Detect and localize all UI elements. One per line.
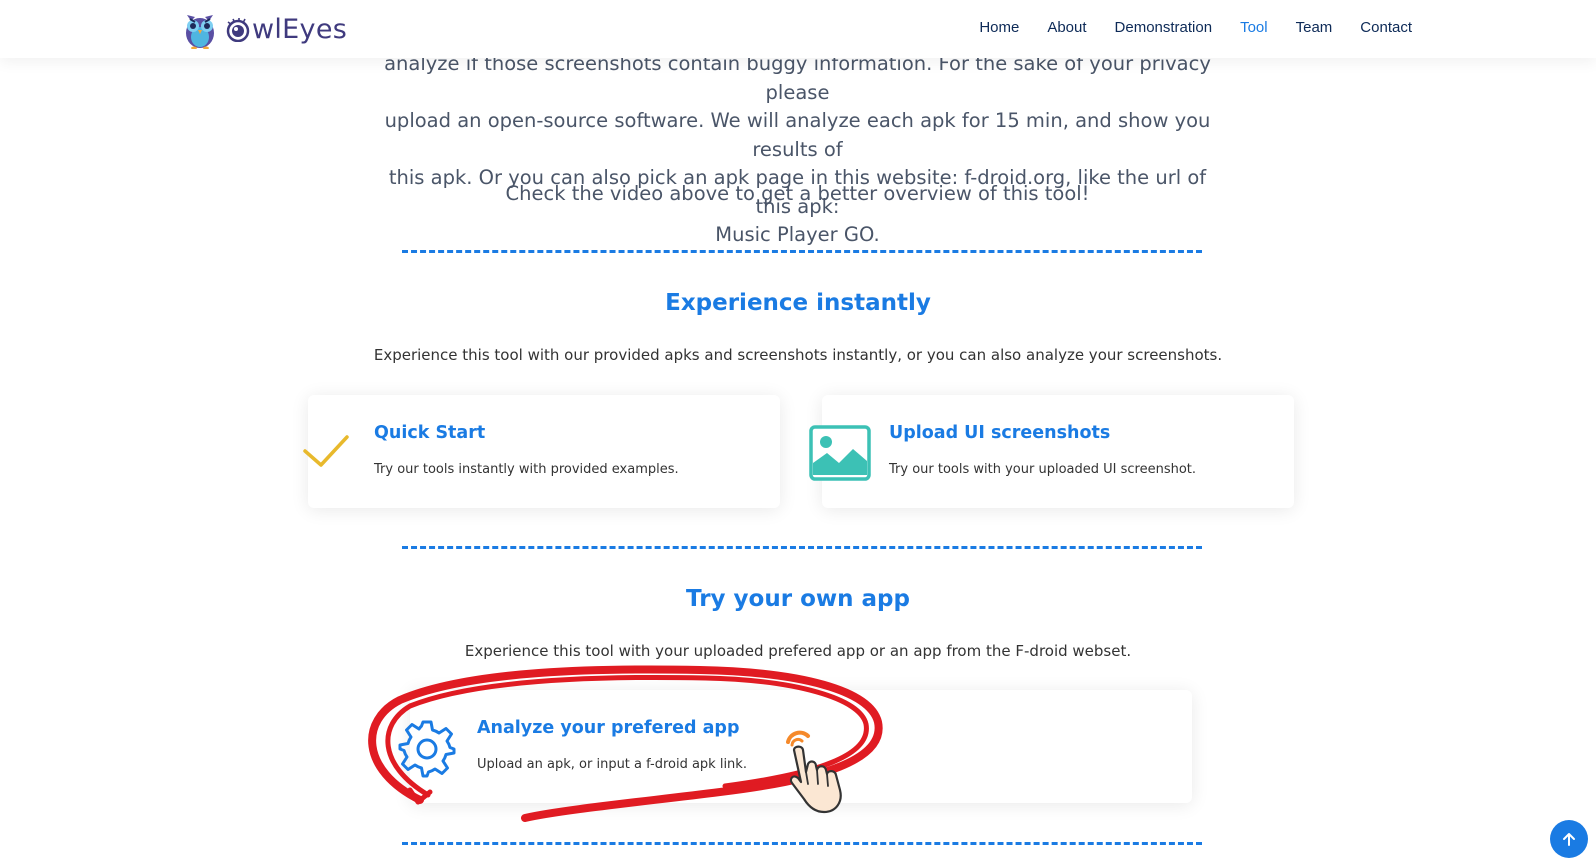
hand-pointer-icon	[786, 730, 842, 814]
section-divider	[402, 842, 1202, 845]
owl-logo-icon	[186, 15, 214, 49]
analyze-app-description: Upload an apk, or input a f-droid apk li…	[477, 757, 747, 772]
checkmark-icon	[303, 435, 349, 467]
image-icon	[809, 425, 871, 481]
section-divider	[402, 546, 1202, 549]
main-nav: Home About Demonstration Tool Team Conta…	[965, 19, 1426, 36]
experience-title: Experience instantly	[665, 290, 931, 316]
upload-screenshots-card[interactable]: Upload UI screenshots Try our tools with…	[809, 395, 1294, 508]
eye-logo-icon	[226, 18, 250, 42]
intro-text: analyze if those screenshots contain bug…	[370, 50, 1225, 250]
page: wlEyes Home About Demonstration Tool Tea…	[0, 0, 1596, 864]
section-divider	[402, 250, 1202, 253]
nav-demonstration[interactable]: Demonstration	[1101, 19, 1227, 36]
arrow-up-icon	[1563, 833, 1575, 846]
brand-logo[interactable]: wlEyes	[181, 8, 347, 50]
check-video-text: Check the video above to get a better ov…	[505, 182, 1090, 205]
back-to-top-button[interactable]	[1550, 820, 1588, 858]
own-app-title: Try your own app	[686, 586, 910, 612]
upload-screenshots-title[interactable]: Upload UI screenshots	[889, 423, 1110, 443]
quick-start-description: Try our tools instantly with provided ex…	[374, 462, 679, 477]
quick-start-card[interactable]: Quick Start Try our tools instantly with…	[303, 395, 780, 508]
nav-tool[interactable]: Tool	[1226, 19, 1282, 36]
own-app-description: Experience this tool with your uploaded …	[464, 642, 1132, 660]
gear-icon	[398, 720, 456, 778]
analyze-app-title[interactable]: Analyze your prefered app	[477, 718, 739, 738]
nav-team[interactable]: Team	[1282, 19, 1347, 36]
intro-line: upload an open-source software. We will …	[384, 109, 1211, 161]
brand-name: wlEyes	[252, 13, 348, 45]
nav-about[interactable]: About	[1033, 19, 1100, 36]
experience-description: Experience this tool with our provided a…	[373, 346, 1223, 364]
nav-home[interactable]: Home	[965, 19, 1033, 36]
intro-line: Music Player GO.	[715, 223, 880, 246]
navbar: wlEyes Home About Demonstration Tool Tea…	[0, 0, 1596, 58]
nav-contact[interactable]: Contact	[1346, 19, 1426, 36]
quick-start-title[interactable]: Quick Start	[374, 423, 485, 443]
intro-line: analyze if those screenshots contain bug…	[384, 52, 1211, 104]
upload-screenshots-description: Try our tools with your uploaded UI scre…	[889, 462, 1197, 477]
